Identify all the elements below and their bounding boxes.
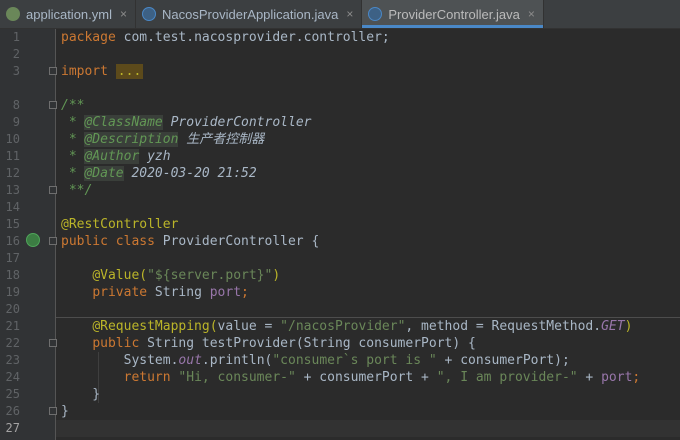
line-number: 22 bbox=[5, 336, 20, 350]
current-line-highlight bbox=[56, 420, 680, 437]
line-number: 15 bbox=[5, 217, 20, 231]
line-number: 8 bbox=[12, 98, 20, 112]
code-line-9: * @ClassName ProviderController bbox=[61, 115, 312, 130]
code-line-26: } bbox=[61, 404, 69, 419]
code-line-18: @Value("${server.port}") bbox=[92, 268, 281, 283]
tab-label: NacosProviderApplication.java bbox=[162, 6, 339, 22]
code-line-10: * @Description 生产者控制器 bbox=[61, 132, 265, 147]
code-line-8: /** bbox=[61, 98, 85, 113]
line-number-gutter: 1 2 3 8 9 10 11 12 13 14 15 16 17 18 19 … bbox=[0, 29, 57, 440]
line-number: 3 bbox=[12, 64, 20, 78]
line-number: 9 bbox=[12, 115, 20, 129]
line-number: 14 bbox=[5, 200, 20, 214]
tab-application-yml[interactable]: application.yml × bbox=[0, 0, 137, 28]
tab-label: ProviderController.java bbox=[388, 6, 520, 22]
close-icon[interactable]: × bbox=[120, 7, 127, 21]
folded-imports[interactable]: ... bbox=[115, 64, 144, 79]
line-number: 17 bbox=[5, 251, 20, 265]
tab-provider-controller[interactable]: ProviderController.java × bbox=[362, 0, 544, 28]
line-number: 23 bbox=[5, 353, 20, 367]
line-number: 18 bbox=[5, 268, 20, 282]
line-number: 21 bbox=[5, 319, 20, 333]
line-number: 1 bbox=[12, 30, 20, 44]
line-number: 2 bbox=[12, 47, 20, 61]
code-line-13: **/ bbox=[61, 183, 93, 198]
line-number: 25 bbox=[5, 387, 20, 401]
code-editor[interactable]: 1 2 3 8 9 10 11 12 13 14 15 16 17 18 19 … bbox=[0, 29, 680, 440]
line-number: 26 bbox=[5, 404, 20, 418]
code-line-19: private String port; bbox=[92, 285, 249, 300]
code-line-23: System.out.println("consumer`s port is "… bbox=[123, 353, 570, 368]
code-area[interactable]: package com.test.nacosprovider.controlle… bbox=[56, 29, 680, 440]
line-number-current: 27 bbox=[5, 421, 20, 435]
line-number: 19 bbox=[5, 285, 20, 299]
java-class-icon bbox=[142, 7, 157, 21]
spring-bean-icon[interactable] bbox=[26, 233, 40, 247]
tab-label: application.yml bbox=[26, 6, 112, 22]
line-number: 11 bbox=[5, 149, 20, 163]
line-number: 24 bbox=[5, 370, 20, 384]
close-icon[interactable]: × bbox=[528, 7, 535, 21]
line-number: 16 bbox=[5, 234, 20, 248]
code-line-21: @RequestMapping(value = "/nacosProvider"… bbox=[92, 319, 633, 334]
close-icon[interactable]: × bbox=[346, 7, 353, 21]
line-number: 13 bbox=[5, 183, 20, 197]
code-line-12: * @Date 2020-03-20 21:52 bbox=[61, 166, 257, 181]
java-class-icon bbox=[368, 7, 383, 21]
code-line-16: public class ProviderController { bbox=[61, 234, 320, 249]
code-line-22: public String testProvider(String consum… bbox=[92, 336, 476, 351]
code-line-11: * @Author yzh bbox=[61, 149, 171, 164]
code-line-25: } bbox=[61, 387, 101, 402]
code-line-3: import ... bbox=[61, 64, 144, 79]
code-line-15: @RestController bbox=[61, 217, 179, 232]
yml-file-icon bbox=[6, 7, 20, 21]
line-number: 12 bbox=[5, 166, 20, 180]
tab-nacos-provider-application[interactable]: NacosProviderApplication.java × bbox=[136, 0, 363, 28]
editor-tab-bar: application.yml × NacosProviderApplicati… bbox=[0, 0, 680, 29]
code-line-1: package com.test.nacosprovider.controlle… bbox=[61, 30, 390, 45]
code-line-24: return "Hi, consumer-" + consumerPort + … bbox=[123, 370, 641, 385]
line-number: 10 bbox=[5, 132, 20, 146]
line-number: 20 bbox=[5, 302, 20, 316]
